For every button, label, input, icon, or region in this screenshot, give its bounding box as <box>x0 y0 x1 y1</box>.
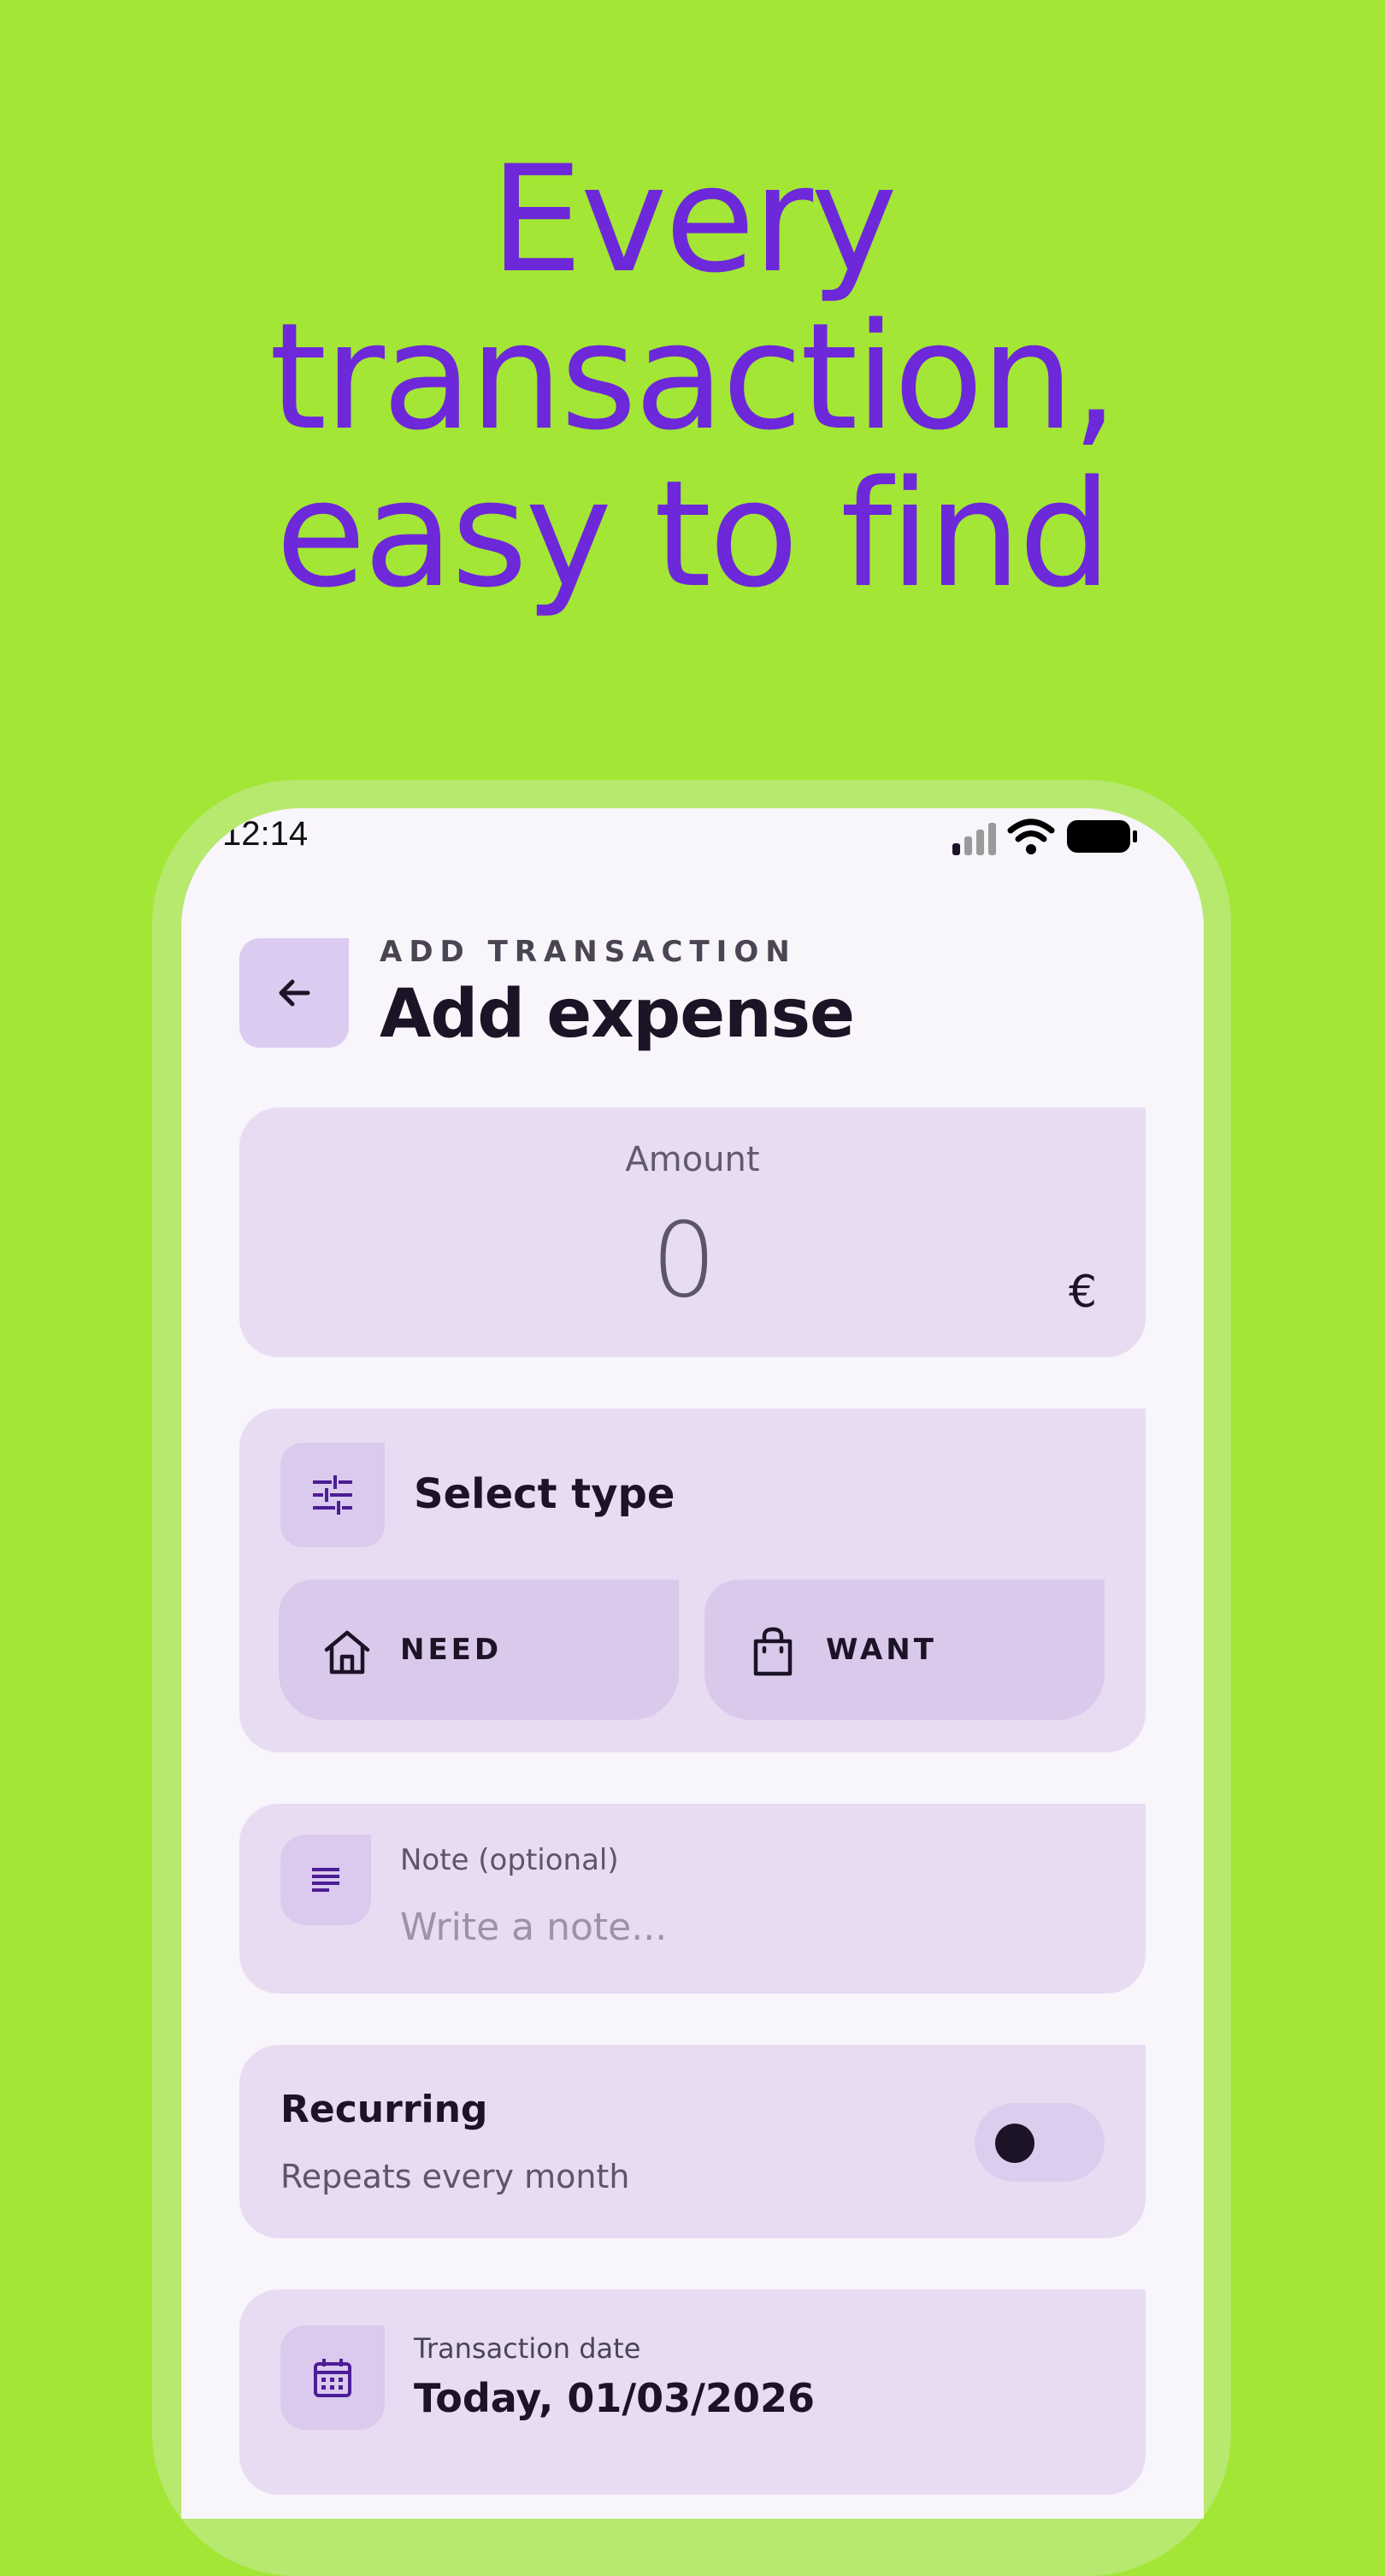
calendar-icon <box>314 2359 351 2397</box>
amount-card[interactable]: Amount 0 € <box>239 1108 1146 1357</box>
type-want-button[interactable]: WANT <box>704 1580 1105 1720</box>
amount-label: Amount <box>625 1140 760 1179</box>
currency-symbol: € <box>1069 1267 1098 1318</box>
recurring-card: Recurring Repeats every month <box>239 2045 1146 2238</box>
shopping-bag-icon <box>753 1627 793 1676</box>
status-bar: 12:14 <box>181 808 1204 868</box>
home-icon <box>324 1630 370 1675</box>
notes-icon <box>312 1868 339 1892</box>
recurring-title: Recurring <box>280 2088 488 2131</box>
note-input[interactable] <box>400 1900 1101 1954</box>
type-card: Select type NEED WANT <box>239 1409 1146 1752</box>
type-need-button[interactable]: NEED <box>279 1580 679 1720</box>
battery-icon <box>1067 820 1137 853</box>
page-eyebrow: ADD TRANSACTION <box>380 935 797 969</box>
status-time: 12:14 <box>222 815 309 853</box>
amount-input[interactable]: 0 <box>239 1202 1129 1320</box>
type-title: Select type <box>414 1470 675 1518</box>
toggle-knob <box>995 2124 1034 2163</box>
tune-icon <box>313 1475 352 1515</box>
back-button[interactable] <box>239 938 349 1048</box>
recurring-subtitle: Repeats every month <box>280 2158 630 2195</box>
wifi-icon <box>1007 818 1055 854</box>
date-value: Today, 01/03/2026 <box>414 2375 815 2421</box>
hero-line: Every <box>490 133 898 305</box>
date-icon-badge <box>280 2325 385 2430</box>
page-title: Add expense <box>380 976 855 1053</box>
phone-screen: 12:14 ADD TRANSACTION Add expense Amount… <box>181 808 1204 2519</box>
type-icon-badge <box>280 1443 385 1547</box>
type-need-label: NEED <box>400 1633 503 1667</box>
hero-headline: Every transaction, easy to find <box>0 141 1385 613</box>
hero-line: easy to find <box>275 448 1111 620</box>
arrow-left-icon <box>279 979 310 1007</box>
note-icon-badge <box>280 1835 371 1925</box>
note-card: Note (optional) <box>239 1804 1146 1994</box>
type-want-label: WANT <box>826 1633 937 1667</box>
date-label: Transaction date <box>414 2332 641 2365</box>
recurring-toggle[interactable] <box>975 2103 1105 2182</box>
hero-line: transaction, <box>268 291 1118 463</box>
date-card[interactable]: Transaction date Today, 01/03/2026 <box>239 2289 1146 2495</box>
note-label: Note (optional) <box>400 1843 619 1877</box>
signal-icon <box>952 823 997 855</box>
